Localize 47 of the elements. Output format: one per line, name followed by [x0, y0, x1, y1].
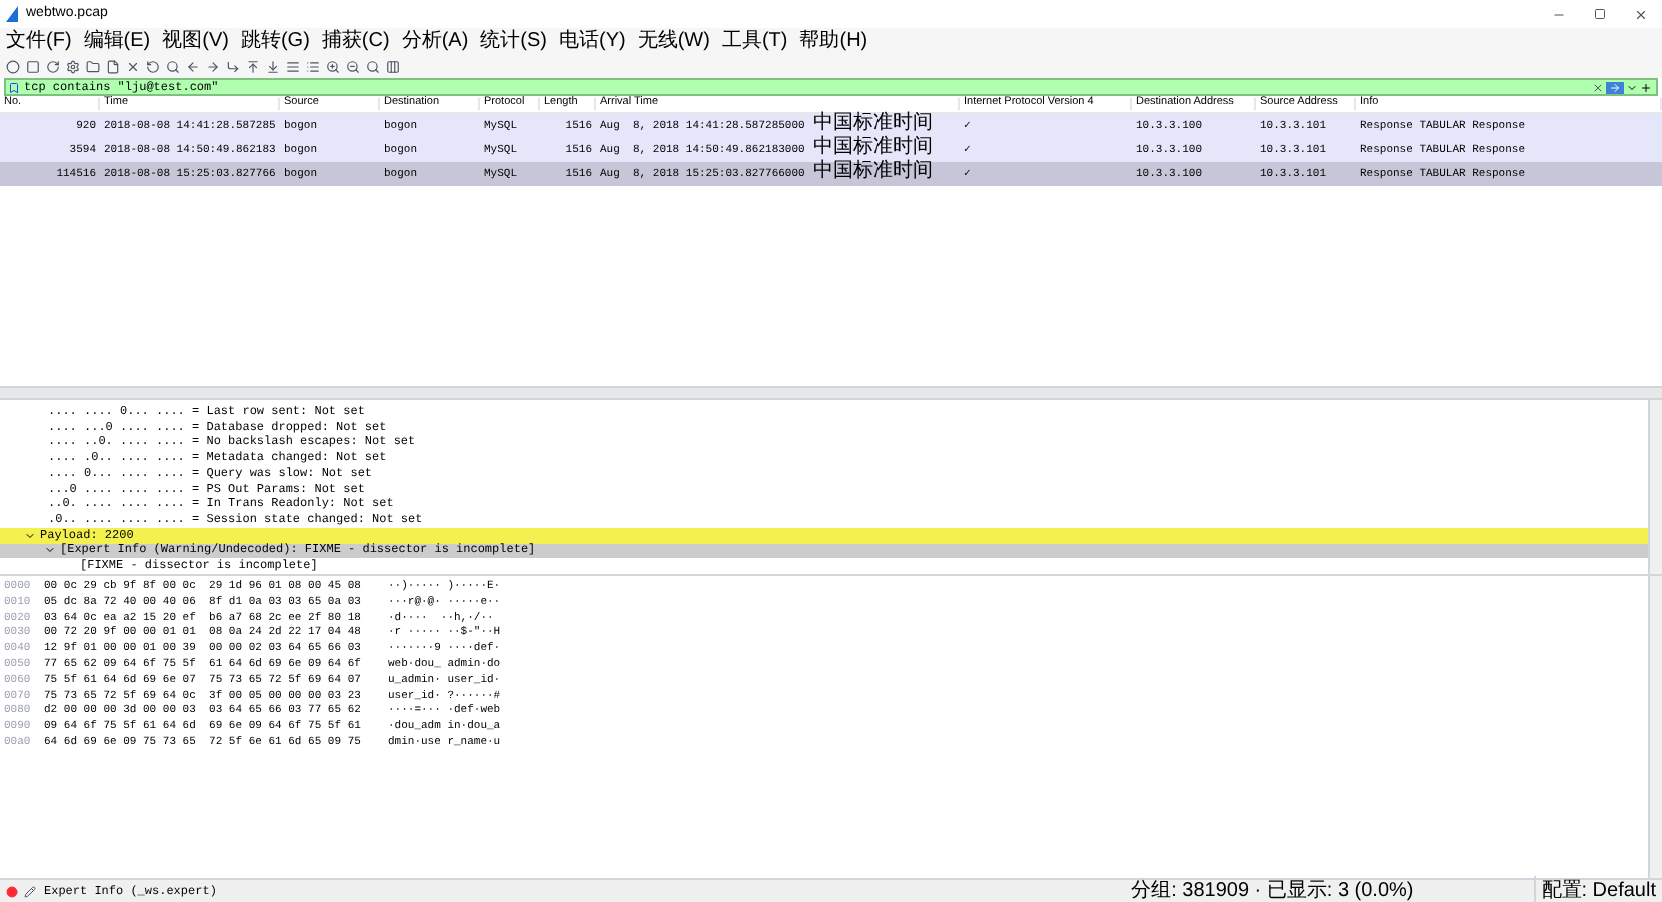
arrow-to-bottom-icon[interactable]: [266, 60, 280, 74]
horizontal-scrollbar[interactable]: [0, 386, 1662, 398]
menu-item[interactable]: 统计(S): [480, 32, 547, 52]
menu-item[interactable]: 编辑(E): [83, 32, 151, 52]
table-cell: 中国标准时间: [812, 140, 933, 160]
search-icon[interactable]: [166, 60, 180, 74]
menu-item[interactable]: 捕获(C): [321, 32, 390, 52]
dropdown-caret-icon[interactable]: [1626, 81, 1638, 93]
close-icon[interactable]: [126, 60, 140, 74]
zoom-in-icon[interactable]: [326, 60, 340, 74]
vertical-scrollbar[interactable]: [1648, 576, 1662, 878]
maximize-icon[interactable]: [1594, 7, 1606, 19]
menu-item[interactable]: 文件(F): [6, 32, 72, 52]
folder-icon[interactable]: [86, 60, 100, 74]
expert-status-icon[interactable]: [6, 885, 18, 897]
clear-icon[interactable]: [1592, 81, 1604, 93]
table-cell: 中国标准时间: [812, 116, 933, 136]
bookmark-icon[interactable]: [8, 81, 20, 93]
arrow-left-icon[interactable]: [186, 60, 200, 74]
menu-item[interactable]: 工具(T): [721, 32, 788, 52]
restart-icon[interactable]: [46, 60, 60, 74]
list-icon[interactable]: [306, 60, 320, 74]
packet-count-text: 分组: 381909 · 已显示: 3 (0.0%): [1131, 878, 1414, 902]
table-cell: 中国标准时间: [812, 164, 933, 184]
menu-item[interactable]: 视图(V): [162, 32, 229, 52]
stop-icon[interactable]: [26, 60, 40, 74]
menu-item[interactable]: 分析(A): [401, 32, 469, 52]
file-icon[interactable]: [106, 60, 120, 74]
arrow-right-icon[interactable]: [206, 60, 220, 74]
plus-icon[interactable]: [1640, 81, 1652, 93]
menu-item[interactable]: 帮助(H): [799, 32, 868, 52]
lines-icon[interactable]: [286, 60, 300, 74]
menu-item[interactable]: 电话(Y): [559, 32, 626, 52]
zoom-out-icon[interactable]: [346, 60, 360, 74]
apply-arrow-icon[interactable]: [1606, 81, 1624, 93]
columns-icon[interactable]: [386, 60, 400, 74]
vertical-scrollbar[interactable]: [1648, 400, 1662, 574]
menu-item[interactable]: 跳转(G): [240, 32, 310, 52]
reload-icon[interactable]: [146, 60, 160, 74]
jump-arrow-icon[interactable]: [226, 60, 240, 74]
profile-text[interactable]: 配置: Default: [1533, 876, 1656, 902]
arrow-to-top-icon[interactable]: [246, 60, 260, 74]
close-icon[interactable]: [1634, 7, 1648, 21]
edit-icon[interactable]: [24, 885, 36, 897]
settings-icon[interactable]: [66, 60, 80, 74]
zoom-reset-icon[interactable]: [366, 60, 380, 74]
menu-item[interactable]: 无线(W): [637, 32, 710, 52]
